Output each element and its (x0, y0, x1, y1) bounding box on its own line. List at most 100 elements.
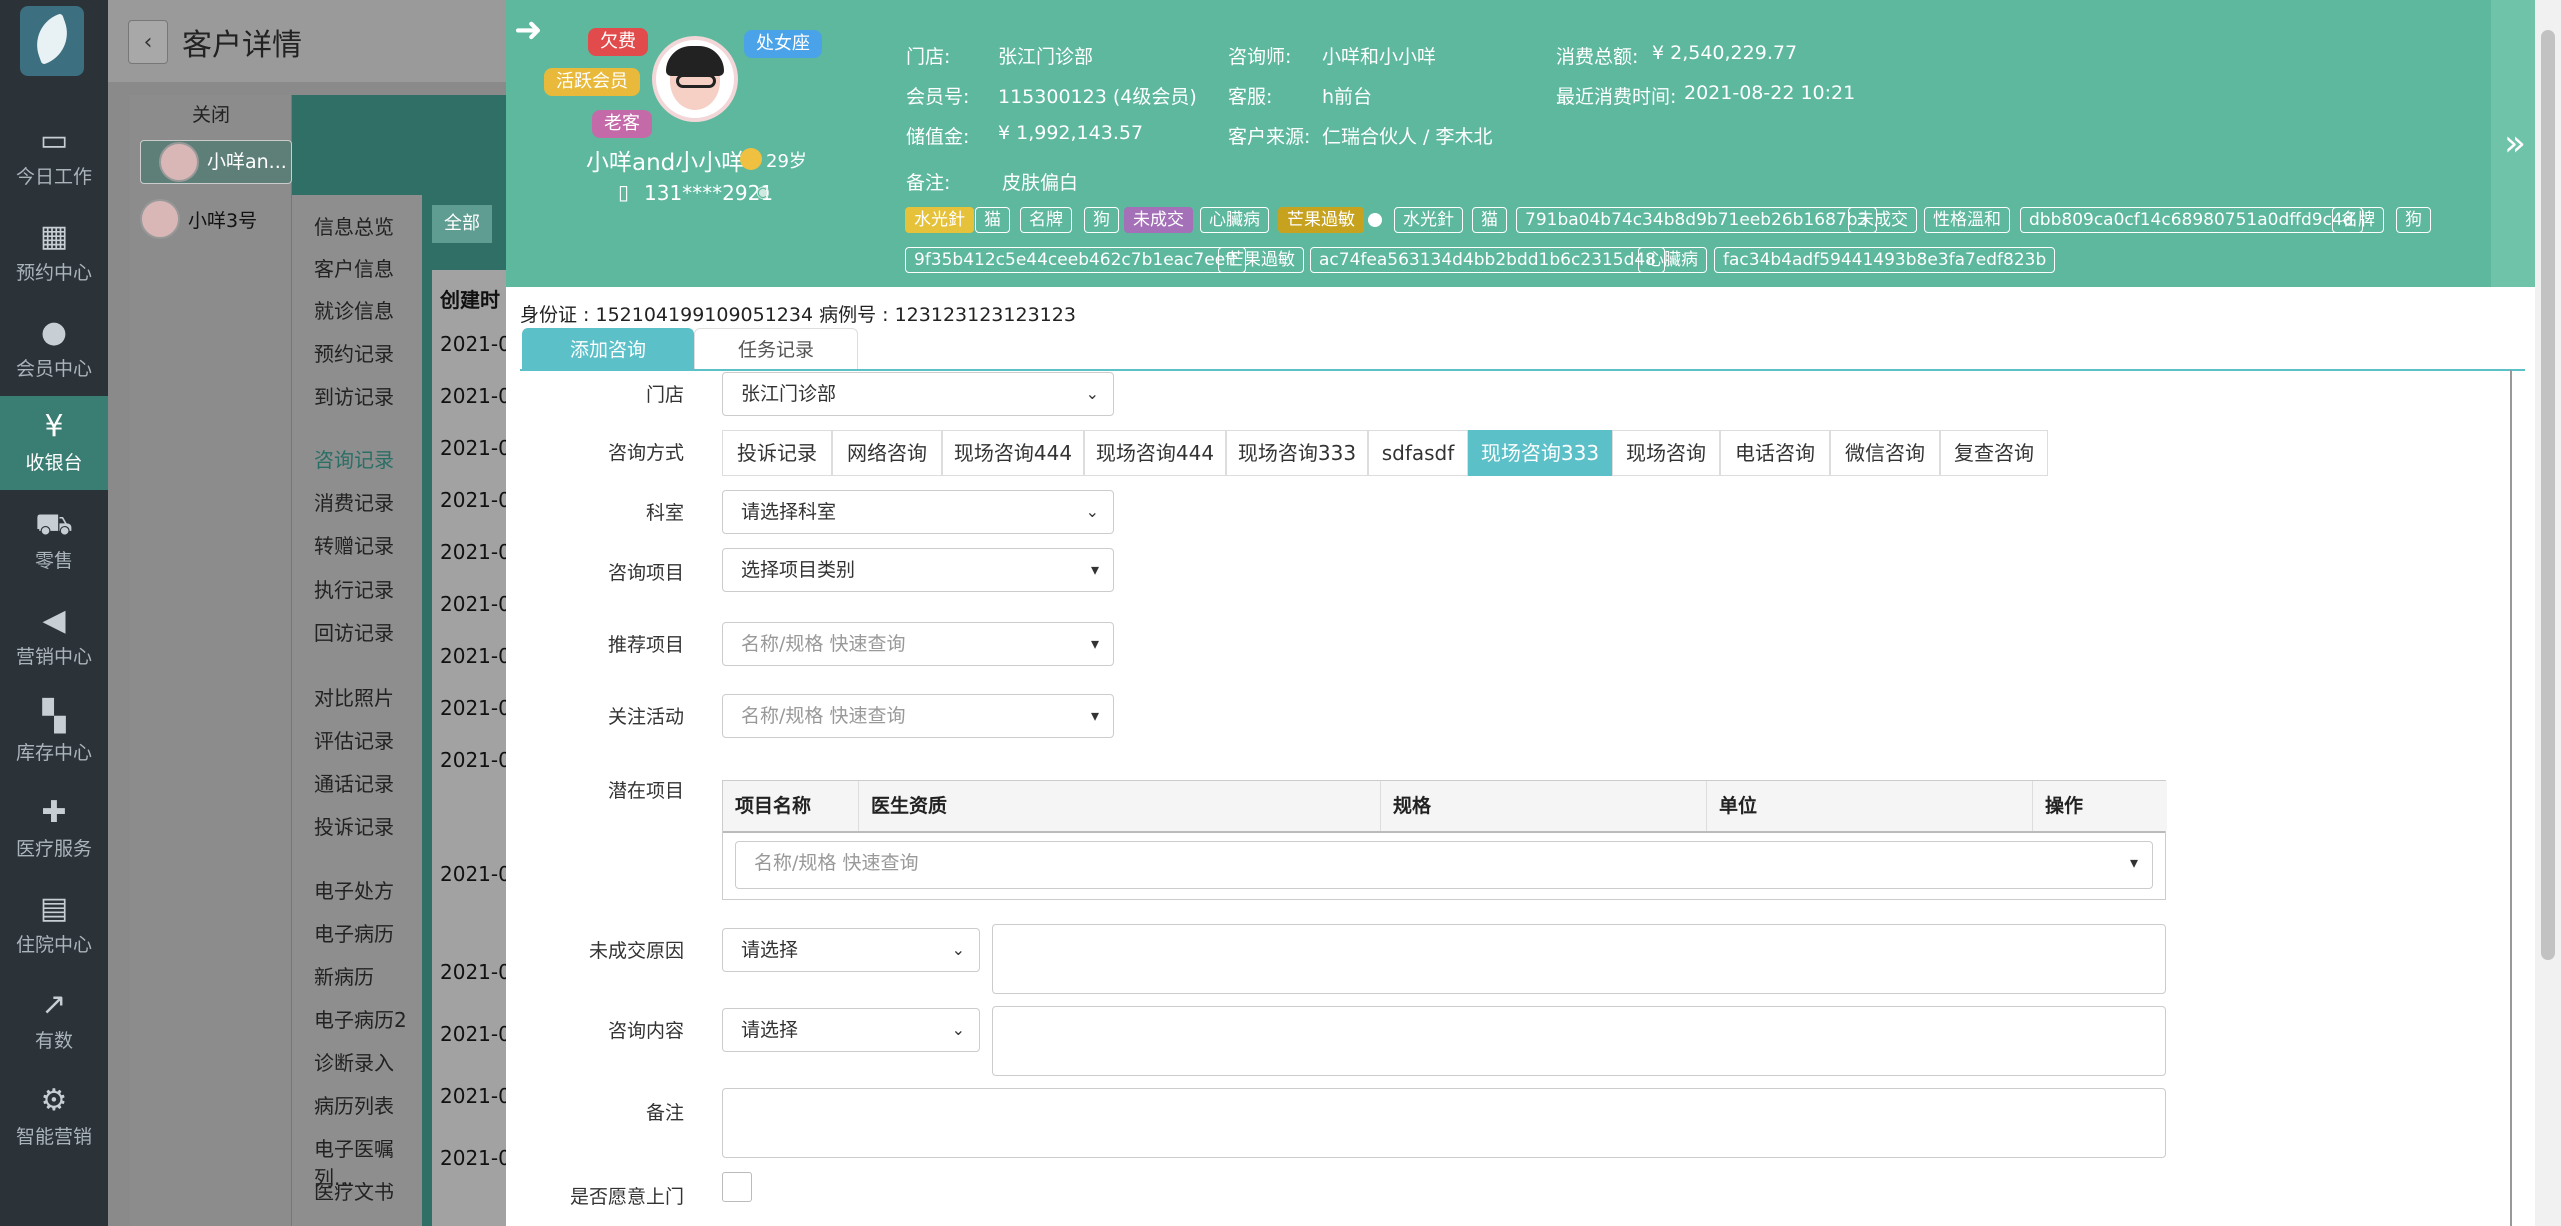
filter-all-button[interactable]: 全部 (432, 205, 492, 243)
menu-item[interactable]: 就诊信息 (314, 295, 394, 324)
column-header: 医生资质 (859, 781, 1381, 831)
arrow-right-icon[interactable]: ➜ (514, 10, 543, 50)
sidebar-item-member[interactable]: ● 会员中心 (0, 302, 108, 396)
yen-icon: ¥ (44, 409, 64, 444)
menu-item[interactable]: 医疗文书 (314, 1176, 394, 1205)
column-header: 项目名称 (723, 781, 859, 831)
sidebar-item-inpatient[interactable]: ▤ 住院中心 (0, 878, 108, 972)
customer-tag: 水光針 (905, 207, 974, 233)
method-option[interactable]: 复查咨询 (1940, 430, 2048, 476)
caret-down-icon: ▾ (1090, 634, 1099, 653)
last-consume-value: 2021-08-22 10:21 (1684, 82, 1856, 104)
content-textarea[interactable] (992, 1006, 2166, 1076)
table-row: 2021-0 (440, 1146, 511, 1170)
cart-icon: ⛟ (35, 507, 73, 542)
method-option[interactable]: 现场咨询333 (1226, 430, 1368, 476)
method-option[interactable]: 电话咨询 (1720, 430, 1830, 476)
customer-list-item[interactable]: 小咩an... (140, 140, 292, 184)
note-textarea[interactable] (722, 1088, 2166, 1158)
item-field-label: 咨询项目 (607, 562, 684, 584)
menu-item[interactable]: 电子处方 (314, 875, 394, 904)
menu-item[interactable]: 诊断录入 (314, 1047, 394, 1076)
menu-item[interactable]: 对比照片 (314, 682, 394, 711)
menu-item[interactable]: 通话记录 (314, 768, 394, 797)
tab-add-consult[interactable]: 添加咨询 (522, 328, 694, 370)
menu-item[interactable]: 转赠记录 (314, 530, 394, 559)
customer-list-item[interactable]: 小咩3号 (140, 194, 292, 244)
table-row: 2021-0 (440, 1084, 511, 1108)
sidebar-item-data[interactable]: ↗ 有数 (0, 974, 108, 1068)
method-option[interactable]: 投诉记录 (722, 430, 832, 476)
recommend-search-select[interactable]: 名称/规格 快速查询 ▾ (722, 622, 1114, 666)
menu-item[interactable]: 回访记录 (314, 617, 394, 646)
reason-select[interactable]: 请选择 ⌄ (722, 928, 980, 972)
reason-field-label: 未成交原因 (588, 940, 684, 962)
remark-label: 备注: (906, 172, 951, 194)
customer-tag: 名牌 (2332, 207, 2384, 233)
menu-item[interactable]: 信息总览 (314, 211, 394, 240)
scrollbar-thumb[interactable] (2541, 30, 2555, 960)
badge-active-member: 活跃会员 (544, 68, 640, 96)
last-consume-label: 最近消费时间: (1556, 86, 1677, 108)
menu-item[interactable]: 客户信息 (314, 253, 394, 282)
hospital-icon: ▤ (39, 891, 69, 926)
potential-item-search-select[interactable]: 名称/规格 快速查询 ▾ (735, 841, 2153, 889)
item-select[interactable]: 选择项目类别 ▾ (722, 548, 1114, 592)
eye-icon[interactable]: ◉ (756, 182, 770, 201)
tab-task-records[interactable]: 任务记录 (694, 328, 858, 370)
menu-item[interactable]: 新病历 (314, 961, 374, 990)
smart-icon: ⚙ (40, 1083, 68, 1118)
menu-item[interactable]: 执行记录 (314, 574, 394, 603)
close-link[interactable]: 关闭 (130, 100, 292, 127)
customer-tag: 猫 (975, 207, 1010, 233)
menu-item[interactable]: 消费记录 (314, 487, 394, 516)
chart-icon: ↗ (41, 987, 67, 1022)
dept-select[interactable]: 请选择科室 ⌄ (722, 490, 1114, 534)
method-option-selected[interactable]: 现场咨询333 (1468, 430, 1612, 476)
table-row: 2021-0 (440, 592, 511, 616)
method-option[interactable]: 网络咨询 (832, 430, 942, 476)
store-select[interactable]: 张江门诊部 ⌄ (722, 372, 1114, 416)
reason-textarea[interactable] (992, 924, 2166, 994)
menu-item[interactable]: 电子病历 (314, 918, 394, 947)
sidebar-item-medical[interactable]: ✚ 医疗服务 (0, 782, 108, 876)
sidebar-item-marketing[interactable]: ◀ 营销中心 (0, 590, 108, 684)
chevron-down-icon: ⌄ (1085, 502, 1099, 521)
menu-item[interactable]: 咨询记录 (314, 444, 394, 473)
content-select[interactable]: 请选择 ⌄ (722, 1008, 980, 1052)
method-option[interactable]: sdfasdf (1368, 430, 1468, 476)
back-button[interactable]: ‹ (128, 20, 168, 64)
sidebar-item-today-work[interactable]: ▭ 今日工作 (0, 110, 108, 204)
method-option[interactable]: 现场咨询444 (942, 430, 1084, 476)
method-option[interactable]: 现场咨询 (1612, 430, 1720, 476)
sidebar-item-cashier[interactable]: ¥ 收银台 (0, 396, 108, 490)
sidebar-item-retail[interactable]: ⛟ 零售 (0, 494, 108, 588)
menu-item[interactable]: 预约记录 (314, 338, 394, 367)
column-header: 规格 (1381, 781, 1707, 831)
store-value: 张江门诊部 (998, 46, 1094, 68)
method-option[interactable]: 微信咨询 (1830, 430, 1940, 476)
activity-search-select[interactable]: 名称/规格 快速查询 ▾ (722, 694, 1114, 738)
grid-icon: ▚ (42, 699, 66, 734)
customer-tag: ac74fea563134d4bb2bdd1b6c2315d48 (1310, 247, 1665, 273)
avatar (159, 142, 199, 182)
column-header: 操作 (2033, 781, 2167, 831)
method-option[interactable]: 现场咨询444 (1084, 430, 1226, 476)
form-border (2510, 370, 2512, 1226)
menu-item[interactable]: 到访记录 (314, 381, 394, 410)
willing-checkbox[interactable] (722, 1172, 752, 1202)
sidebar-item-appointment[interactable]: ▦ 预约中心 (0, 206, 108, 300)
collapse-panel-button[interactable]: » (2491, 0, 2539, 287)
menu-item[interactable]: 投诉记录 (314, 811, 394, 840)
menu-item[interactable]: 病历列表 (314, 1090, 394, 1119)
app-logo[interactable] (20, 6, 84, 76)
sidebar-item-smart-marketing[interactable]: ⚙ 智能营销 (0, 1070, 108, 1164)
customer-avatar (652, 36, 738, 122)
balance-label: 储值金: (906, 126, 970, 148)
menu-item[interactable]: 电子病历2 (314, 1004, 407, 1033)
sidebar-item-inventory[interactable]: ▚ 库存中心 (0, 686, 108, 780)
table-row: 2021-0 (440, 862, 511, 886)
column-header: 单位 (1707, 781, 2033, 831)
menu-item[interactable]: 评估记录 (314, 725, 394, 754)
table-row: 2021-0 (440, 748, 511, 772)
